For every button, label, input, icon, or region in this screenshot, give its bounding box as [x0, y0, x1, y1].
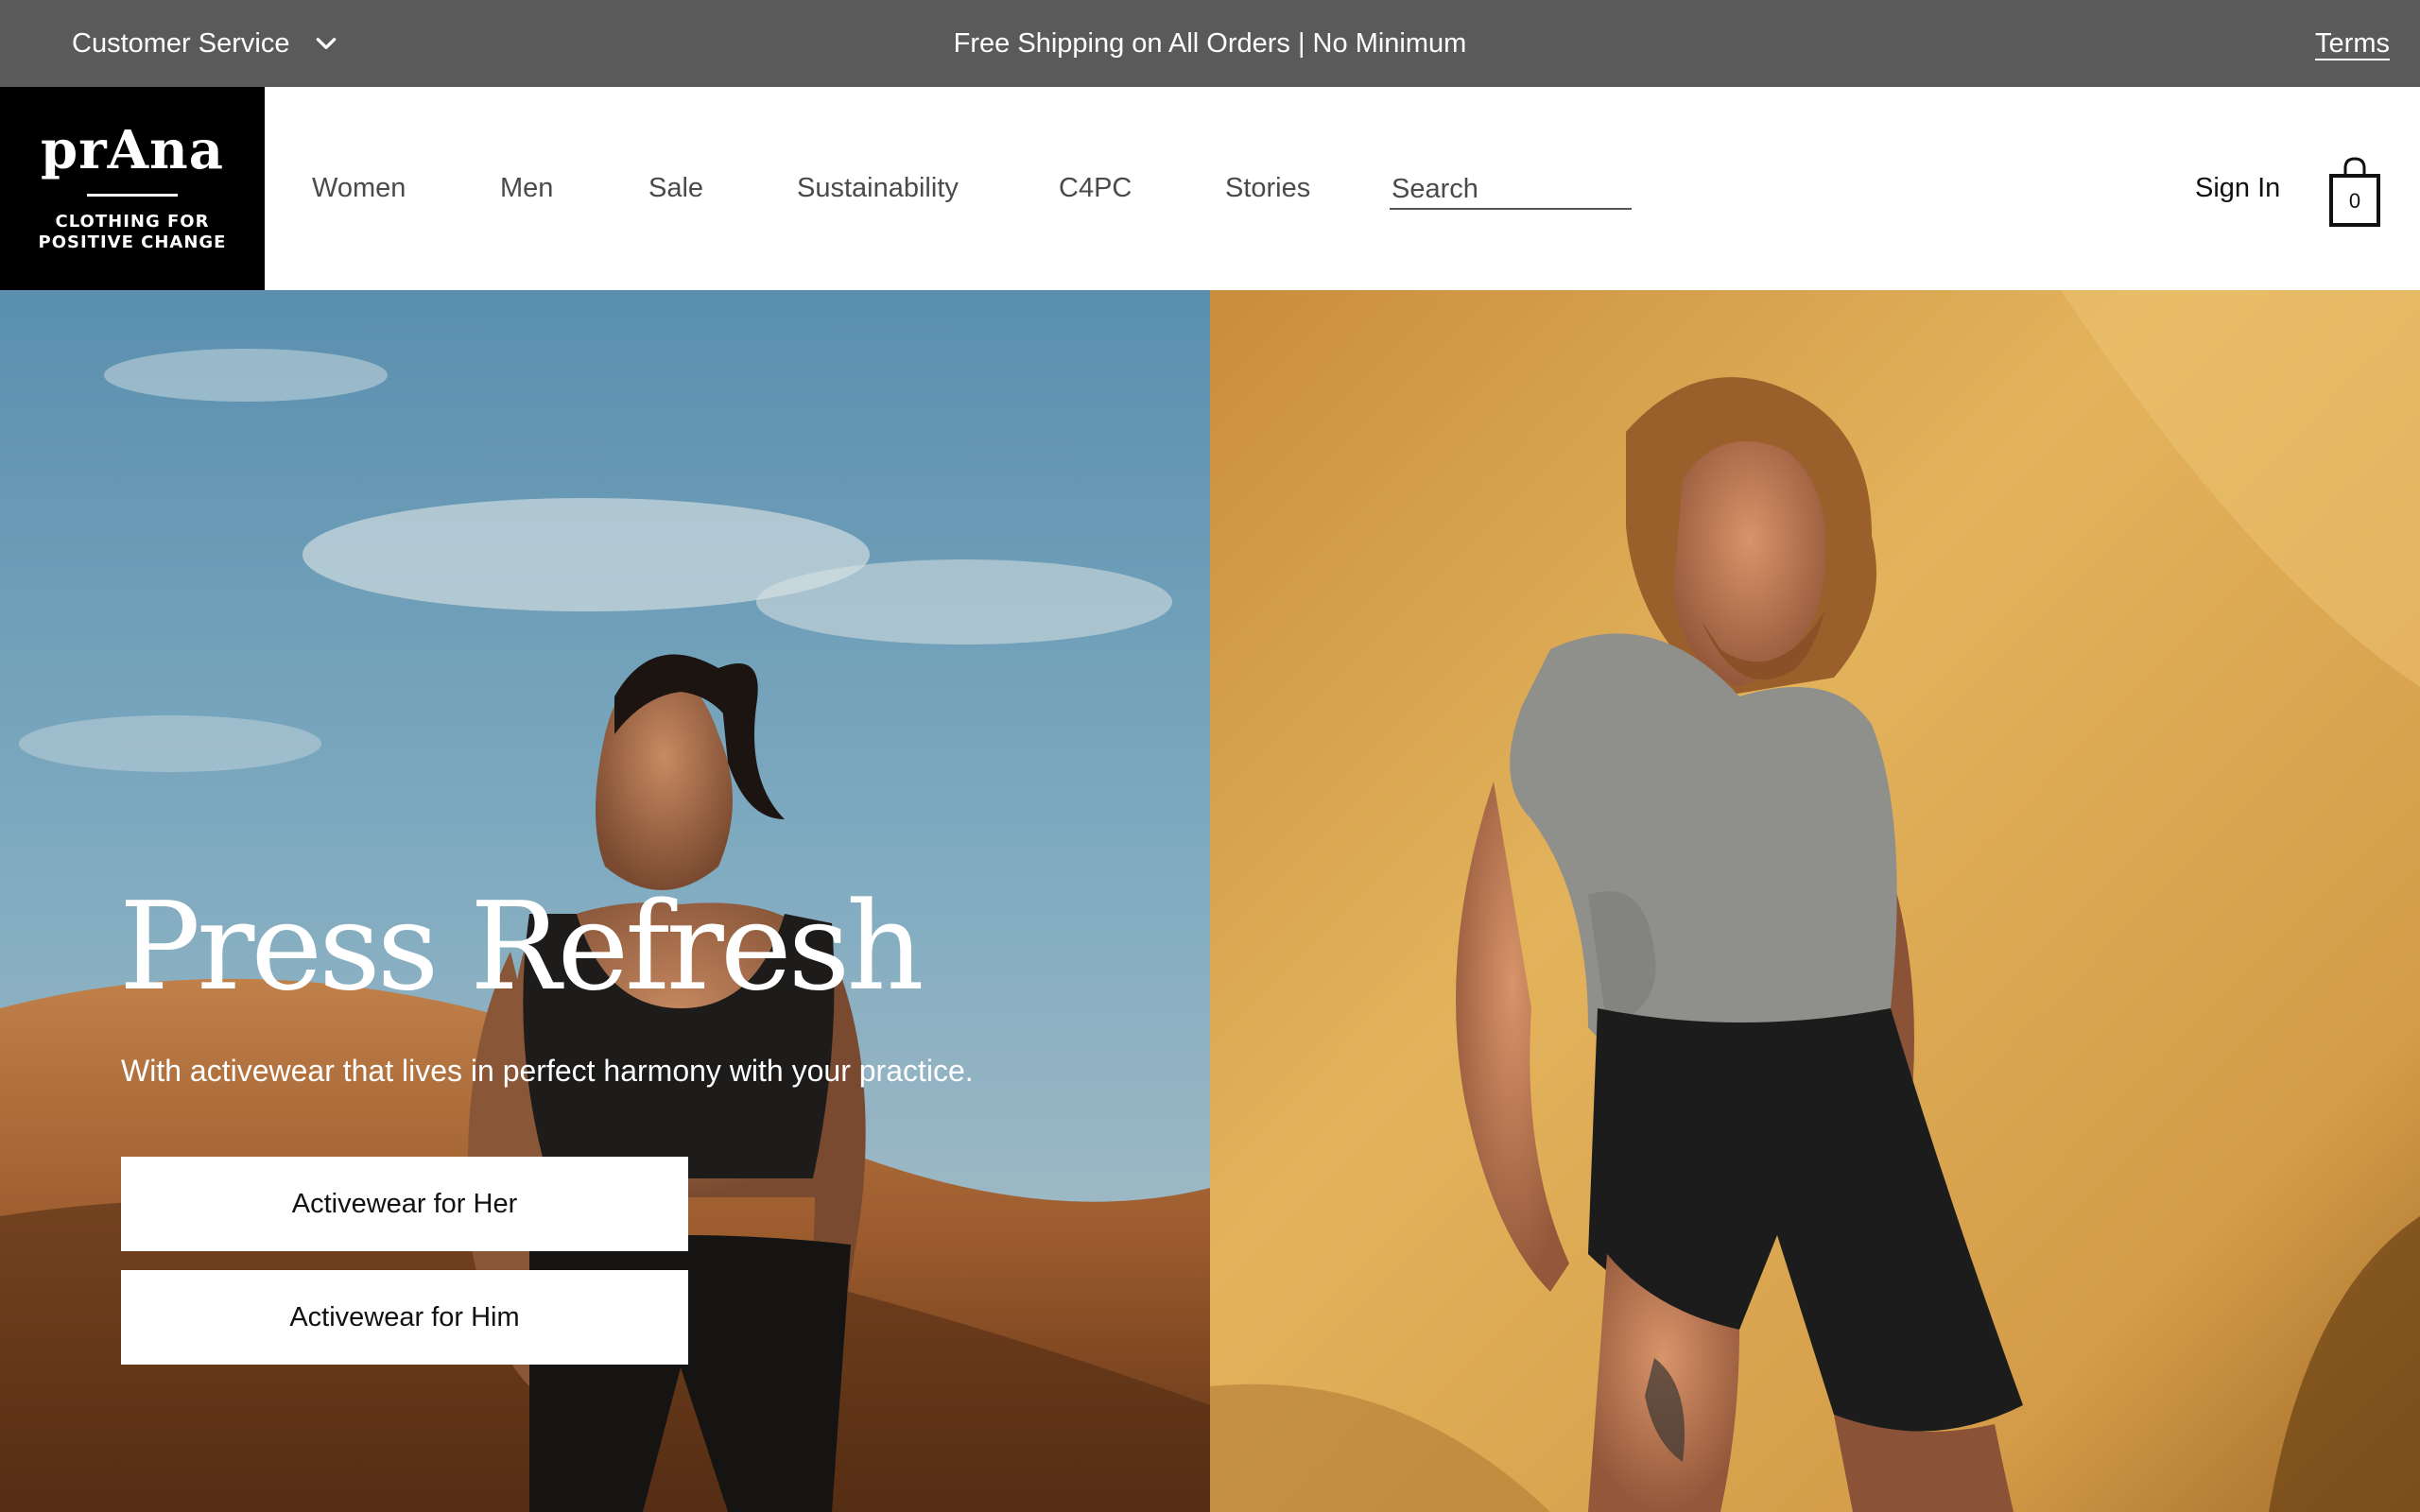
- hero-banner: Press Refresh With activewear that lives…: [0, 290, 2420, 1512]
- nav-c4pc[interactable]: C4PC: [1059, 87, 1132, 290]
- nav-men[interactable]: Men: [500, 87, 553, 290]
- logo-tagline-line1: CLOTHING FOR: [55, 212, 210, 232]
- activewear-him-button[interactable]: Activewear for Him: [121, 1270, 688, 1365]
- nav-sustainability[interactable]: Sustainability: [797, 87, 959, 290]
- customer-service-dropdown[interactable]: Customer Service: [72, 0, 338, 87]
- chevron-down-icon: [317, 38, 337, 49]
- customer-service-label: Customer Service: [72, 27, 290, 59]
- logo-divider: [87, 194, 178, 197]
- utility-bar: Customer Service Free Shipping on All Or…: [0, 0, 2420, 87]
- activewear-her-button[interactable]: Activewear for Her: [121, 1157, 688, 1251]
- site-header: prAna CLOTHING FOR POSITIVE CHANGE Women…: [0, 87, 2420, 290]
- sign-in-link[interactable]: Sign In: [2195, 87, 2280, 290]
- nav-stories[interactable]: Stories: [1225, 87, 1310, 290]
- shipping-promo: Free Shipping on All Orders | No Minimum: [953, 27, 1467, 59]
- cart-button[interactable]: 0: [2329, 153, 2380, 229]
- cart-count: 0: [2348, 189, 2361, 213]
- logo-wordmark: prAna: [40, 119, 225, 181]
- logo-tagline: CLOTHING FOR POSITIVE CHANGE: [39, 212, 227, 253]
- hero-photo-men: [1210, 290, 2420, 1512]
- terms-link[interactable]: Terms: [2315, 0, 2390, 87]
- hero-title: Press Refresh: [119, 877, 925, 1018]
- hero-subtitle: With activewear that lives in perfect ha…: [121, 1054, 974, 1088]
- prana-logo[interactable]: prAna CLOTHING FOR POSITIVE CHANGE: [0, 87, 265, 290]
- nav-women[interactable]: Women: [312, 87, 406, 290]
- search-input[interactable]: [1390, 170, 1632, 210]
- hero-image-men[interactable]: [1210, 290, 2420, 1512]
- logo-tagline-line2: POSITIVE CHANGE: [38, 232, 227, 252]
- nav-sale[interactable]: Sale: [648, 87, 703, 290]
- main-nav: Women Men Sale Sustainability C4PC Stori…: [0, 87, 2420, 290]
